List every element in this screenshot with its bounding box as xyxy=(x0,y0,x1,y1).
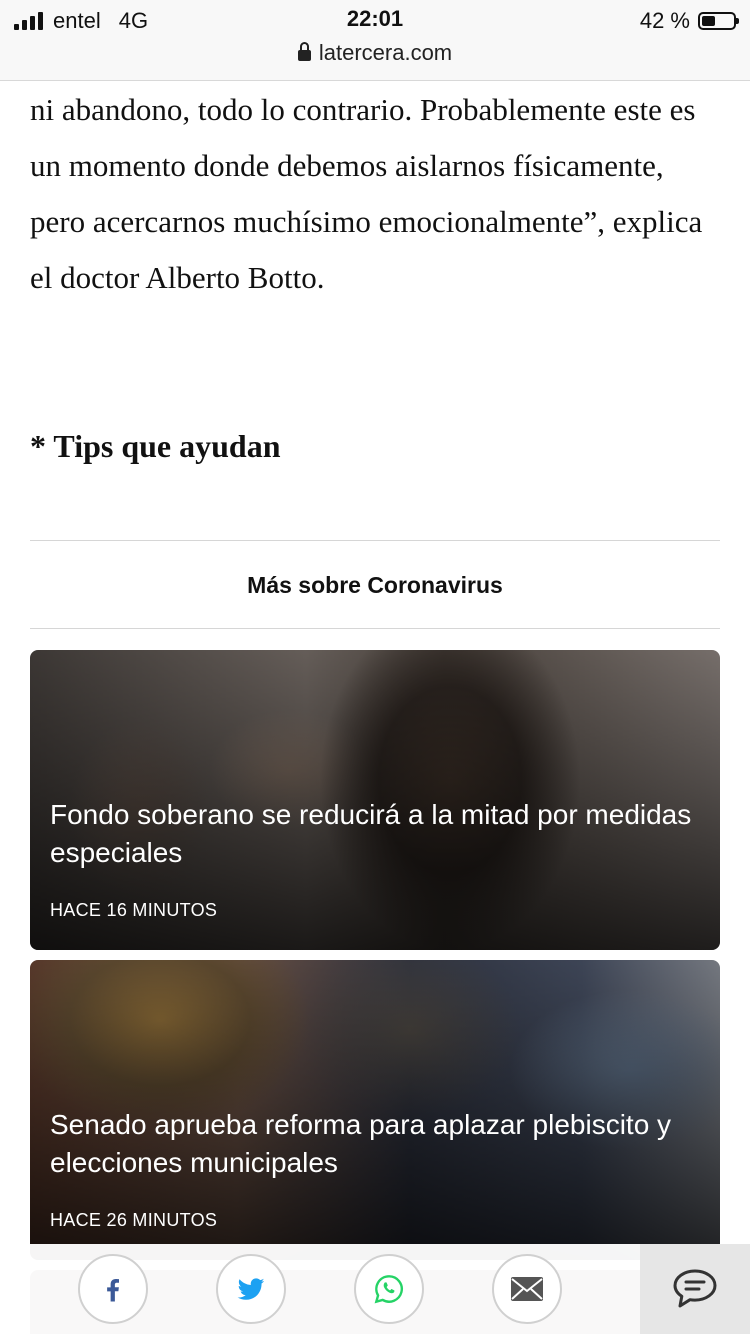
news-card-time: HACE 26 MINUTOS xyxy=(50,1210,218,1230)
article-body: ni abandono, todo lo contrario. Probable… xyxy=(30,82,720,306)
status-bar: entel 4G 22:01 42 % latercera.com xyxy=(0,0,750,81)
twitter-icon xyxy=(237,1278,265,1300)
divider xyxy=(30,628,720,629)
news-card[interactable]: Fondo soberano se reducirá a la mitad po… xyxy=(30,650,720,950)
news-card-time: HACE 16 MINUTOS xyxy=(50,900,218,920)
whatsapp-share-button[interactable] xyxy=(354,1254,424,1324)
battery-percent: 42 % xyxy=(639,8,690,33)
url-text: latercera.com xyxy=(318,40,453,65)
address-bar[interactable]: latercera.com xyxy=(0,40,750,66)
clock: 22:01 xyxy=(346,6,404,31)
article-paragraph: ni abandono, todo lo contrario. Probable… xyxy=(30,92,703,295)
facebook-share-button[interactable] xyxy=(78,1254,148,1324)
battery-icon xyxy=(698,12,739,30)
share-bar xyxy=(0,1244,750,1334)
facebook-icon xyxy=(107,1279,119,1302)
mail-icon xyxy=(511,1277,543,1301)
twitter-share-button[interactable] xyxy=(216,1254,286,1324)
article-subheading: * Tips que ayudan xyxy=(30,428,281,464)
email-share-button[interactable] xyxy=(492,1254,562,1324)
news-card[interactable]: Senado aprueba reforma para aplazar pleb… xyxy=(30,960,720,1260)
comments-button[interactable] xyxy=(640,1244,750,1334)
section-title: Más sobre Coronavirus xyxy=(247,572,503,598)
news-card-title[interactable]: Fondo soberano se reducirá a la mitad po… xyxy=(50,796,700,872)
whatsapp-icon xyxy=(374,1275,403,1304)
status-right: 42 % xyxy=(639,8,739,34)
news-card-title[interactable]: Senado aprueba reforma para aplazar pleb… xyxy=(50,1106,700,1182)
lock-icon xyxy=(297,42,311,61)
comment-icon xyxy=(673,1269,717,1308)
divider xyxy=(30,540,720,541)
